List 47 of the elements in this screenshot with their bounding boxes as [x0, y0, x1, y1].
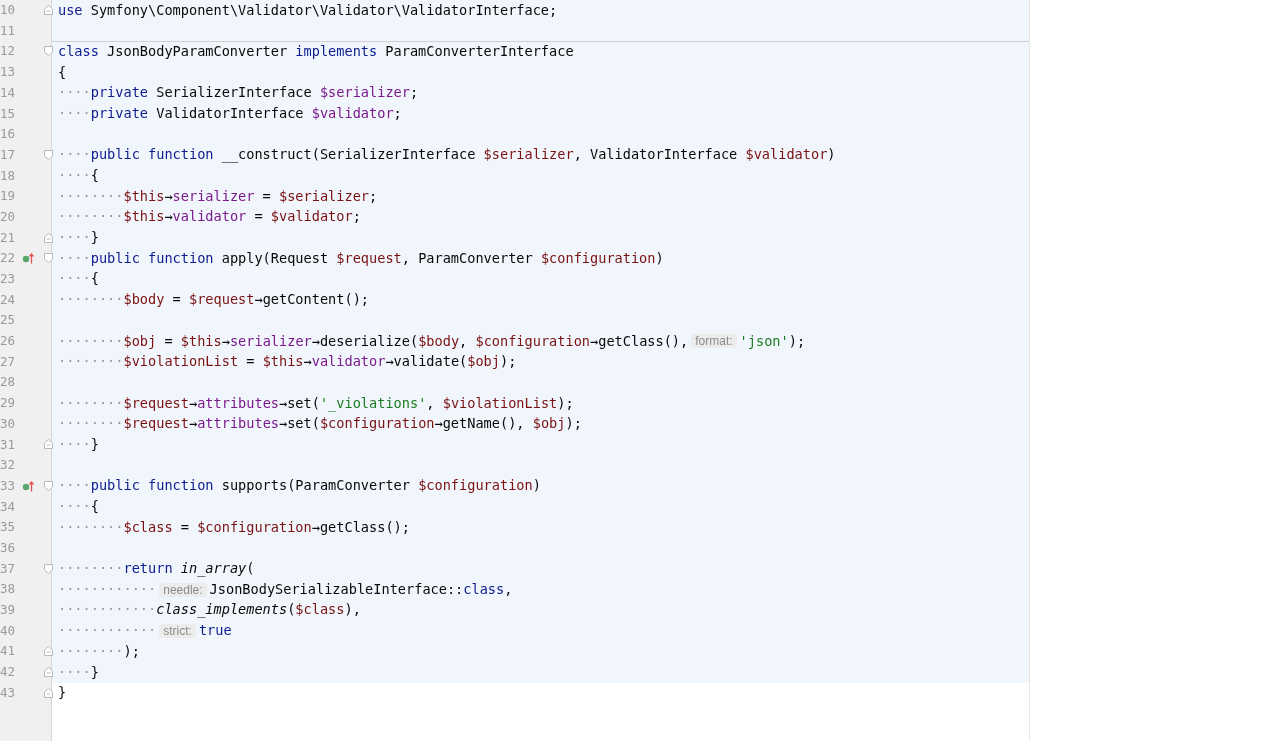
line-number: 22 [0, 252, 17, 265]
line-number: 23 [0, 273, 17, 286]
fold-icon[interactable] [44, 232, 53, 243]
line-number: 12 [0, 45, 17, 58]
line-number: 33 [0, 479, 17, 493]
line-number: 41 [0, 645, 17, 658]
line-number: 42 [0, 666, 17, 679]
line-number: 11 [0, 24, 17, 38]
line-number: 24 [0, 293, 17, 307]
line-number: 10 [0, 4, 17, 17]
fold-icon[interactable] [44, 5, 53, 15]
line-number: 14 [0, 86, 17, 100]
line-number: 32 [0, 459, 17, 472]
line-number: 21 [0, 231, 17, 245]
line-number: 43 [0, 686, 17, 700]
fold-icon[interactable] [44, 667, 53, 677]
fold-icon[interactable] [44, 563, 53, 574]
line-number: 20 [0, 210, 17, 224]
line-number: 15 [0, 107, 17, 121]
line-number: 29 [0, 397, 17, 410]
dot-arrow-icon[interactable] [22, 480, 35, 492]
line-number: 25 [0, 314, 17, 327]
fold-icon[interactable] [44, 439, 53, 450]
line-number: 37 [0, 562, 17, 576]
fold-icon[interactable] [44, 480, 53, 491]
line-number: 26 [0, 335, 17, 348]
line-number: 30 [0, 417, 17, 431]
line-number: 13 [0, 66, 17, 79]
line-number: 35 [0, 521, 17, 534]
line-number: 19 [0, 190, 17, 203]
fold-icon[interactable] [44, 253, 53, 264]
fold-icon[interactable] [44, 687, 53, 698]
line-number: 39 [0, 604, 17, 617]
line-number: 38 [0, 583, 17, 596]
line-number: 31 [0, 438, 17, 452]
line-number: 36 [0, 541, 17, 555]
line-number: 17 [0, 148, 17, 162]
fold-icon[interactable] [44, 46, 53, 57]
fold-icon[interactable] [44, 149, 53, 160]
line-number: 18 [0, 169, 17, 183]
line-number: 16 [0, 128, 17, 141]
line-number: 27 [0, 355, 17, 369]
dot-arrow-icon[interactable] [22, 253, 35, 265]
line-number: 34 [0, 500, 17, 514]
fold-icon[interactable] [44, 646, 53, 657]
line-number: 28 [0, 376, 17, 389]
line-number: 40 [0, 624, 17, 638]
